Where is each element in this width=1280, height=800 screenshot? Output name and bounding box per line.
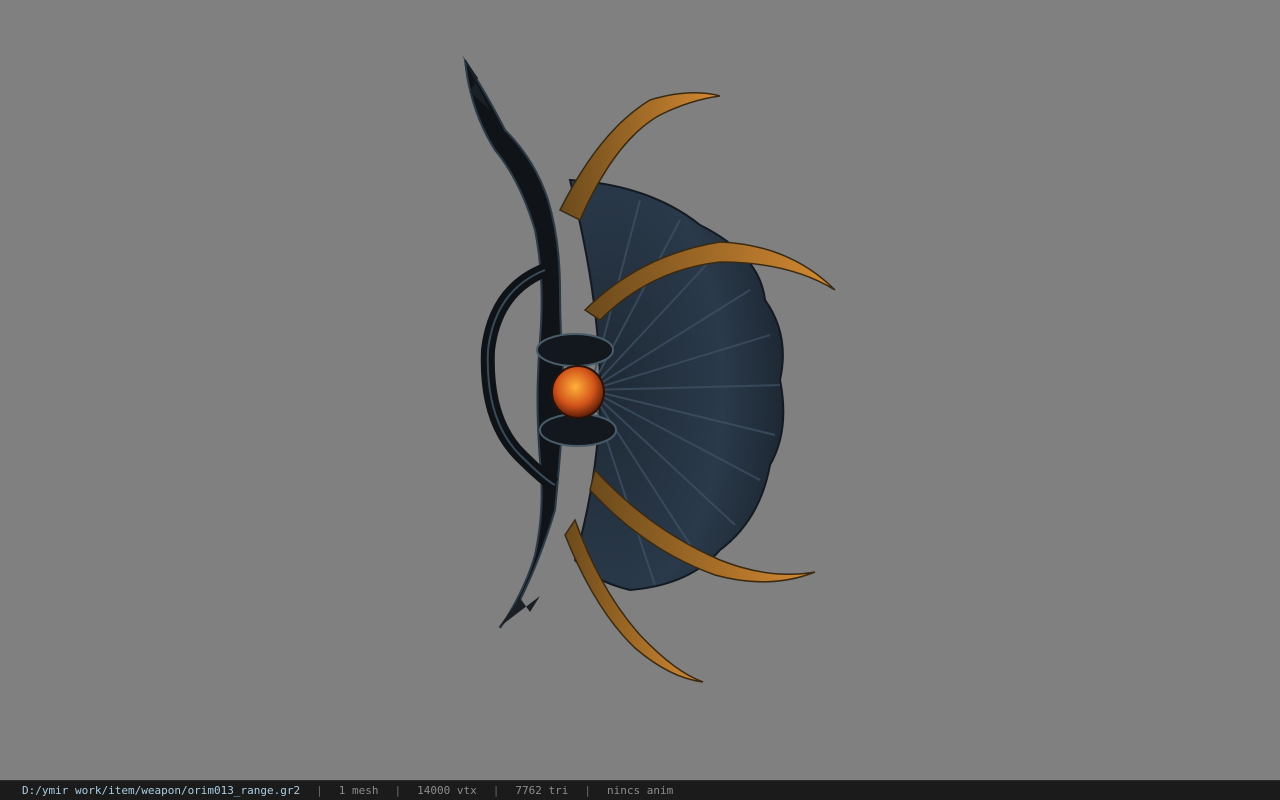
separator: | (316, 784, 323, 797)
coil-top (536, 333, 614, 367)
separator: | (492, 784, 500, 797)
mesh-count: 1 mesh (338, 784, 379, 797)
model-preview (462, 55, 836, 683)
vertex-count: 14000 vtx (417, 784, 477, 797)
animation-status: nincs anim (607, 784, 674, 797)
separator: | (584, 784, 591, 797)
status-bar: D:/ymir work/item/weapon/orim013_range.g… (0, 780, 1280, 800)
separator: | (394, 784, 402, 797)
file-path: D:/ymir work/item/weapon/orim013_range.g… (22, 784, 301, 797)
orb (551, 365, 605, 419)
triangle-count: 7762 tri (515, 784, 569, 797)
3d-viewport[interactable] (0, 0, 1280, 780)
